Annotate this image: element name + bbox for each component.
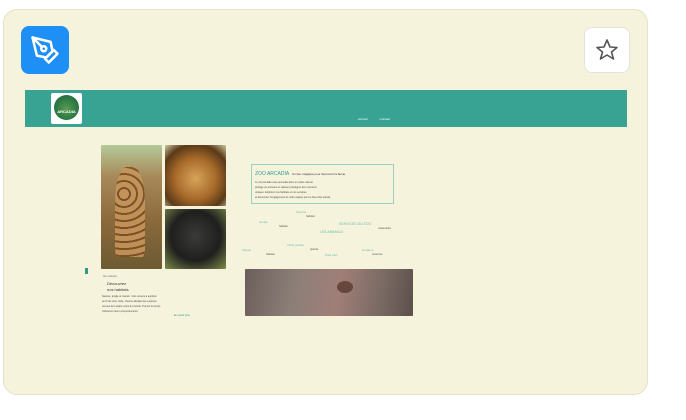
gorilla-photo bbox=[165, 209, 226, 269]
favorite-button[interactable] bbox=[584, 27, 630, 73]
section-heading-8[interactable]: Horaires bbox=[362, 248, 373, 252]
giraffe-photo bbox=[101, 145, 162, 269]
bottom-heading-2: nos habitats bbox=[107, 287, 129, 292]
intro-line-4: et découvrez l'engagement de notre équip… bbox=[255, 196, 331, 199]
pen-tool-icon[interactable] bbox=[21, 26, 69, 74]
intro-tagline: Un lieu magique pour découvrir la faune bbox=[292, 172, 346, 176]
section-heading-7[interactable]: Petit train bbox=[325, 253, 338, 257]
nav-link-home[interactable]: Accueil bbox=[358, 117, 368, 121]
star-icon bbox=[596, 39, 618, 60]
bottom-line-2: au fil de votre visite, chacun abritant … bbox=[102, 300, 157, 303]
bottom-heading-1: Découvrez bbox=[107, 281, 127, 286]
section-heading-1[interactable]: Savane bbox=[296, 210, 306, 214]
section-heading-4[interactable]: SERVICES DU ZOO bbox=[339, 222, 371, 226]
intro-line-2: protégé où animaux et visiteurs partagen… bbox=[255, 186, 317, 189]
section-sub-5: habitats bbox=[266, 253, 275, 256]
nav-link-contact[interactable]: Contact bbox=[380, 117, 390, 121]
intro-line-3: uniques. Explorez nos habitats et nos se… bbox=[255, 191, 308, 194]
zoo-logo[interactable]: ARCADIA bbox=[51, 93, 82, 124]
section-heading-2[interactable]: Jungle bbox=[259, 220, 268, 224]
section-sub-1: habitats bbox=[306, 215, 315, 218]
bottom-line-1: Savane, jungle et marais : trois univers… bbox=[102, 295, 157, 298]
section-heading-3[interactable]: LES ANIMAUX bbox=[320, 230, 343, 234]
section-heading-6[interactable]: Visite guidée bbox=[287, 243, 304, 247]
header-nav: Accueil Contact bbox=[358, 117, 390, 121]
bottom-more-link[interactable]: En savoir plus bbox=[174, 314, 190, 317]
hippo-photo bbox=[245, 269, 413, 316]
intro-box: ZOO ARCADIA Un lieu magique pour découvr… bbox=[251, 164, 394, 204]
section-heading-5[interactable]: Marais bbox=[242, 248, 251, 252]
bottom-label: Nos habitats bbox=[103, 275, 117, 278]
section-marker bbox=[85, 268, 88, 274]
intro-line-1: Le zoo Arcadia vous accueille dans un ca… bbox=[255, 181, 313, 184]
section-sub-8: ouverture bbox=[372, 253, 383, 256]
section-sub-2: habitats bbox=[279, 225, 288, 228]
lion-photo bbox=[165, 145, 226, 206]
intro-title: ZOO ARCADIA bbox=[255, 171, 290, 177]
site-header: ARCADIA Accueil Contact bbox=[25, 90, 627, 127]
bottom-line-3: venues des quatre coins du monde. Prenez… bbox=[102, 305, 161, 308]
browser-card: ARCADIA Accueil Contact Accueil ZOO ARCA… bbox=[3, 9, 648, 395]
section-sub-4: restauration bbox=[378, 227, 392, 230]
bottom-line-4: d'observer leurs comportements. bbox=[102, 310, 139, 313]
section-sub-6: gratuite bbox=[310, 248, 319, 251]
